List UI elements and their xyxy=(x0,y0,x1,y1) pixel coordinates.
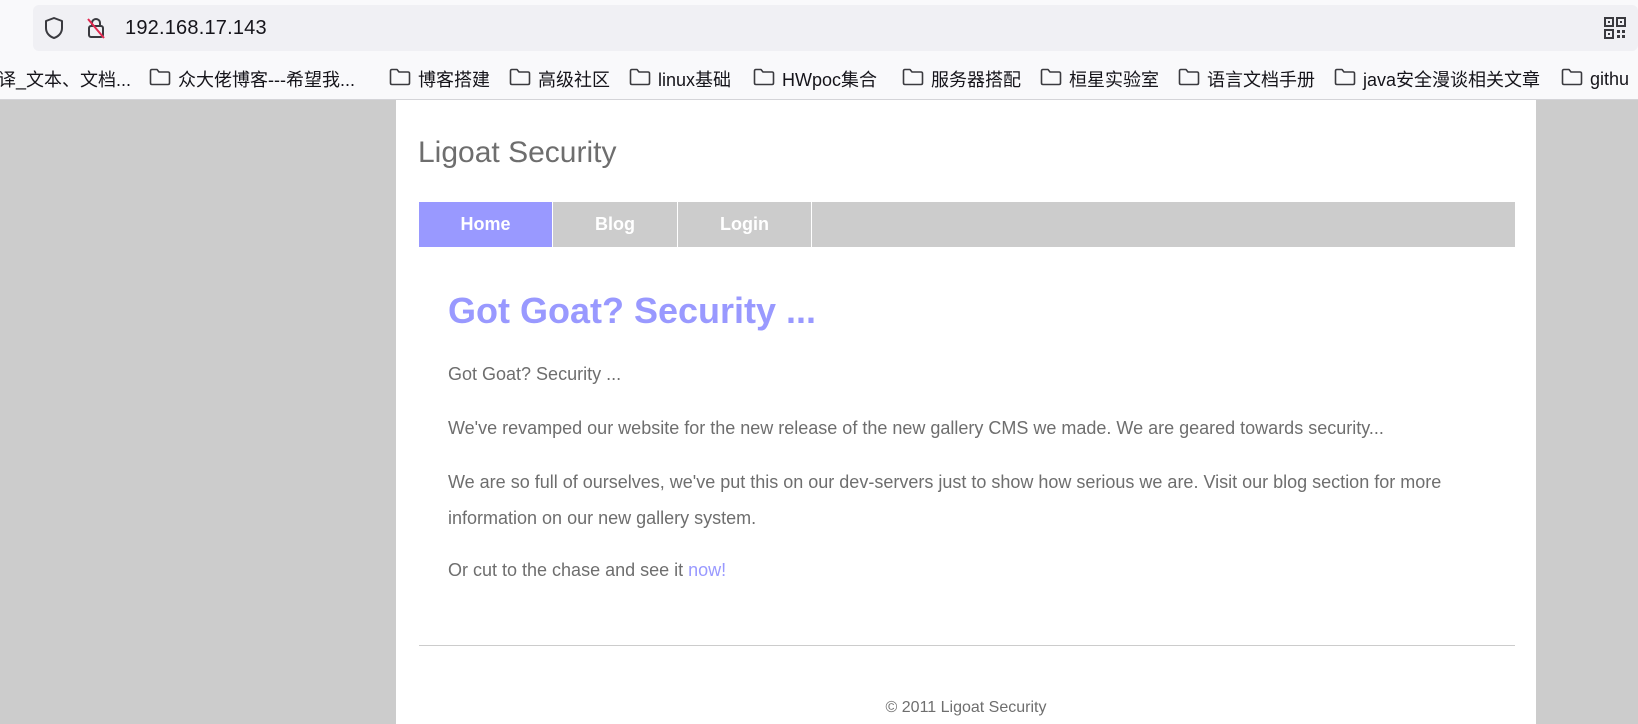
folder-icon xyxy=(1178,68,1200,91)
browser-chrome: 192.168.17.143 译_文本、文档... 众大佬博客---希望我...… xyxy=(0,0,1638,100)
site-title: Ligoat Security xyxy=(418,136,617,169)
bookmark-item[interactable]: 众大佬博客---希望我... xyxy=(149,62,355,96)
revamp-text: We've revamped our website for the new r… xyxy=(448,418,1384,438)
folder-icon xyxy=(1561,68,1583,91)
folder-icon xyxy=(902,68,924,91)
bookmark-label: linux基础 xyxy=(658,70,732,90)
qr-code-icon[interactable] xyxy=(1604,17,1626,44)
footer-copyright: © 2011 Ligoat Security xyxy=(885,699,1047,716)
now-link[interactable]: now! xyxy=(688,560,726,580)
bookmark-item[interactable]: 博客搭建 xyxy=(389,62,490,96)
address-bar[interactable]: 192.168.17.143 xyxy=(33,5,1638,51)
main-content: Got Goat? Security ... Got Goat? Securit… xyxy=(448,290,1488,580)
shield-icon[interactable] xyxy=(43,16,65,45)
bookmark-item[interactable]: 桓星实验室 xyxy=(1040,62,1159,96)
bookmark-item[interactable]: 语言文档手册 xyxy=(1178,62,1315,96)
dev-servers-text: We are so full of ourselves, we've put t… xyxy=(448,472,1442,528)
folder-icon xyxy=(753,68,775,91)
bookmark-item[interactable]: 服务器搭配 xyxy=(902,62,1021,96)
bookmark-item[interactable]: 译_文本、文档... xyxy=(0,62,131,96)
bookmark-label: 语言文档手册 xyxy=(1207,70,1315,90)
intro-text: Got Goat? Security ... xyxy=(448,364,622,384)
bookmark-label: 译_文本、文档... xyxy=(0,70,132,90)
bookmark-label: 服务器搭配 xyxy=(931,70,1021,90)
main-nav: Home Blog Login xyxy=(419,202,1515,247)
page-container: Ligoat Security Home Blog Login Got Goat… xyxy=(396,100,1536,724)
chase-text-prefix: Or cut to the chase and see it xyxy=(448,560,689,580)
bookmark-item[interactable]: 高级社区 xyxy=(509,62,610,96)
folder-icon xyxy=(509,68,531,91)
bookmark-item[interactable]: linux基础 xyxy=(629,62,731,96)
bookmark-label: 博客搭建 xyxy=(418,70,490,90)
bookmark-label: 众大佬博客---希望我... xyxy=(178,70,355,90)
bookmark-item[interactable]: java安全漫谈相关文章 xyxy=(1334,62,1540,96)
nav-login[interactable]: Login xyxy=(678,202,812,247)
nav-home[interactable]: Home xyxy=(419,202,553,247)
bookmark-label: HWpoc集合 xyxy=(782,70,878,90)
bookmarks-toolbar: 译_文本、文档... 众大佬博客---希望我... 博客搭建 高级社区 linu… xyxy=(0,62,1638,96)
folder-icon xyxy=(149,68,171,91)
url-text[interactable]: 192.168.17.143 xyxy=(125,17,267,40)
insecure-lock-icon[interactable] xyxy=(85,16,107,45)
chase-text: Or cut to the chase and see it now! xyxy=(448,552,726,588)
bookmark-label: 桓星实验室 xyxy=(1069,70,1159,90)
bookmark-label: java安全漫谈相关文章 xyxy=(1363,70,1541,90)
folder-icon xyxy=(1040,68,1062,91)
folder-icon xyxy=(629,68,651,91)
bookmark-label: 高级社区 xyxy=(538,70,610,90)
folder-icon xyxy=(389,68,411,91)
bookmark-item[interactable]: githu xyxy=(1561,62,1629,96)
bookmark-item[interactable]: HWpoc集合 xyxy=(753,62,877,96)
nav-blog[interactable]: Blog xyxy=(553,202,678,247)
page-heading: Got Goat? Security ... xyxy=(448,290,817,331)
folder-icon xyxy=(1334,68,1356,91)
bookmark-label: githu xyxy=(1590,68,1630,89)
footer-divider xyxy=(419,645,1515,646)
